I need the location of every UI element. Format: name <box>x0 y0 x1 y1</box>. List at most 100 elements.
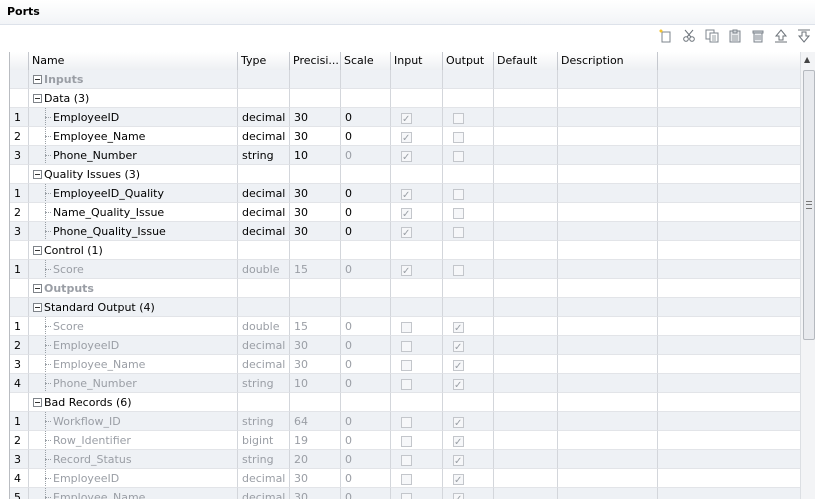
port-name-cell[interactable]: Record_Status <box>29 450 238 469</box>
port-name-cell[interactable]: Employee_Name <box>29 127 238 146</box>
column-header-input[interactable]: Input <box>391 52 443 70</box>
port-description[interactable] <box>558 431 658 450</box>
port-default[interactable] <box>494 374 558 393</box>
input-checkbox[interactable] <box>401 435 412 447</box>
port-default[interactable] <box>494 260 558 279</box>
port-type[interactable]: double <box>238 317 290 336</box>
output-checkbox[interactable] <box>453 414 464 430</box>
output-checkbox[interactable] <box>453 319 464 335</box>
port-description[interactable] <box>558 260 658 279</box>
port-row[interactable]: 5 Employee_Name decimal 30 0 <box>10 488 802 499</box>
column-header-scale[interactable]: Scale <box>341 52 391 70</box>
port-type[interactable]: bigint <box>238 431 290 450</box>
port-name-cell[interactable]: Name_Quality_Issue <box>29 203 238 222</box>
port-scale[interactable]: 0 <box>341 260 391 279</box>
port-scale[interactable]: 0 <box>341 450 391 469</box>
port-scale[interactable]: 0 <box>341 412 391 431</box>
port-row[interactable]: 3 Phone_Number string 10 0 <box>10 146 802 165</box>
collapse-toggle-icon[interactable] <box>33 303 42 312</box>
collapse-toggle-icon[interactable] <box>33 94 42 103</box>
port-description[interactable] <box>558 355 658 374</box>
port-name-cell[interactable]: Score <box>29 260 238 279</box>
port-scale[interactable]: 0 <box>341 355 391 374</box>
port-type[interactable]: decimal <box>238 488 290 499</box>
port-row[interactable]: 4 Phone_Number string 10 0 <box>10 374 802 393</box>
port-precision[interactable]: 20 <box>290 450 341 469</box>
input-checkbox[interactable] <box>401 148 412 164</box>
output-checkbox[interactable] <box>453 490 464 499</box>
output-checkbox[interactable] <box>453 338 464 354</box>
port-scale[interactable]: 0 <box>341 203 391 222</box>
port-name-cell[interactable]: EmployeeID <box>29 108 238 127</box>
port-default[interactable] <box>494 431 558 450</box>
port-description[interactable] <box>558 184 658 203</box>
port-description[interactable] <box>558 488 658 499</box>
port-type[interactable]: decimal <box>238 184 290 203</box>
port-description[interactable] <box>558 203 658 222</box>
input-checkbox[interactable] <box>401 359 412 371</box>
port-name-cell[interactable]: EmployeeID <box>29 469 238 488</box>
port-description[interactable] <box>558 127 658 146</box>
port-description[interactable] <box>558 146 658 165</box>
port-default[interactable] <box>494 108 558 127</box>
column-header-precision[interactable]: Precisi... <box>290 52 341 70</box>
port-scale[interactable]: 0 <box>341 184 391 203</box>
input-checkbox[interactable] <box>401 205 412 221</box>
group-label-cell[interactable]: Quality Issues (3) <box>29 165 238 184</box>
port-precision[interactable]: 64 <box>290 412 341 431</box>
collapse-toggle-icon[interactable] <box>33 246 42 255</box>
port-name-cell[interactable]: Phone_Number <box>29 374 238 393</box>
port-type[interactable]: decimal <box>238 127 290 146</box>
output-checkbox[interactable] <box>453 112 464 124</box>
port-name-cell[interactable]: Phone_Number <box>29 146 238 165</box>
column-header-type[interactable]: Type <box>238 52 290 70</box>
port-row[interactable]: 1 Workflow_ID string 64 0 <box>10 412 802 431</box>
collapse-toggle-icon[interactable] <box>33 284 42 293</box>
port-precision[interactable]: 30 <box>290 222 341 241</box>
input-checkbox[interactable] <box>401 454 412 466</box>
port-default[interactable] <box>494 203 558 222</box>
port-precision[interactable]: 30 <box>290 127 341 146</box>
column-header-default[interactable]: Default <box>494 52 558 70</box>
cut-icon[interactable] <box>679 26 698 45</box>
port-name-cell[interactable]: EmployeeID_Quality <box>29 184 238 203</box>
port-precision[interactable]: 30 <box>290 203 341 222</box>
port-default[interactable] <box>494 488 558 499</box>
port-description[interactable] <box>558 374 658 393</box>
port-row[interactable]: 4 EmployeeID decimal 30 0 <box>10 469 802 488</box>
port-default[interactable] <box>494 469 558 488</box>
port-row[interactable]: 2 Row_Identifier bigint 19 0 <box>10 431 802 450</box>
output-checkbox[interactable] <box>453 433 464 449</box>
output-checkbox[interactable] <box>453 131 464 143</box>
port-type[interactable]: decimal <box>238 355 290 374</box>
output-checkbox[interactable] <box>453 226 464 238</box>
group-label-cell[interactable]: Data (3) <box>29 89 238 108</box>
scroll-up-arrow-icon[interactable]: ▲ <box>804 55 810 64</box>
group-row[interactable]: Bad Records (6) <box>10 393 802 412</box>
port-description[interactable] <box>558 469 658 488</box>
output-checkbox[interactable] <box>453 357 464 373</box>
port-scale[interactable]: 0 <box>341 336 391 355</box>
port-description[interactable] <box>558 412 658 431</box>
port-name-cell[interactable]: Phone_Quality_Issue <box>29 222 238 241</box>
port-name-cell[interactable]: Employee_Name <box>29 355 238 374</box>
output-checkbox[interactable] <box>453 150 464 162</box>
port-type[interactable]: string <box>238 374 290 393</box>
port-default[interactable] <box>494 127 558 146</box>
output-checkbox[interactable] <box>453 376 464 392</box>
ports-grid[interactable]: Name Type Precisi... Scale Input Output … <box>9 52 802 499</box>
paste-icon[interactable] <box>725 26 744 45</box>
port-scale[interactable]: 0 <box>341 108 391 127</box>
port-precision[interactable]: 30 <box>290 488 341 499</box>
port-default[interactable] <box>494 222 558 241</box>
input-checkbox[interactable] <box>401 110 412 126</box>
port-type[interactable]: double <box>238 260 290 279</box>
input-checkbox[interactable] <box>401 340 412 352</box>
port-type[interactable]: decimal <box>238 203 290 222</box>
port-precision[interactable]: 30 <box>290 469 341 488</box>
port-type[interactable]: decimal <box>238 108 290 127</box>
port-row[interactable]: 1 Score double 15 0 <box>10 260 802 279</box>
output-checkbox[interactable] <box>453 471 464 487</box>
scrollbar-thumb[interactable] <box>803 70 815 340</box>
port-default[interactable] <box>494 184 558 203</box>
